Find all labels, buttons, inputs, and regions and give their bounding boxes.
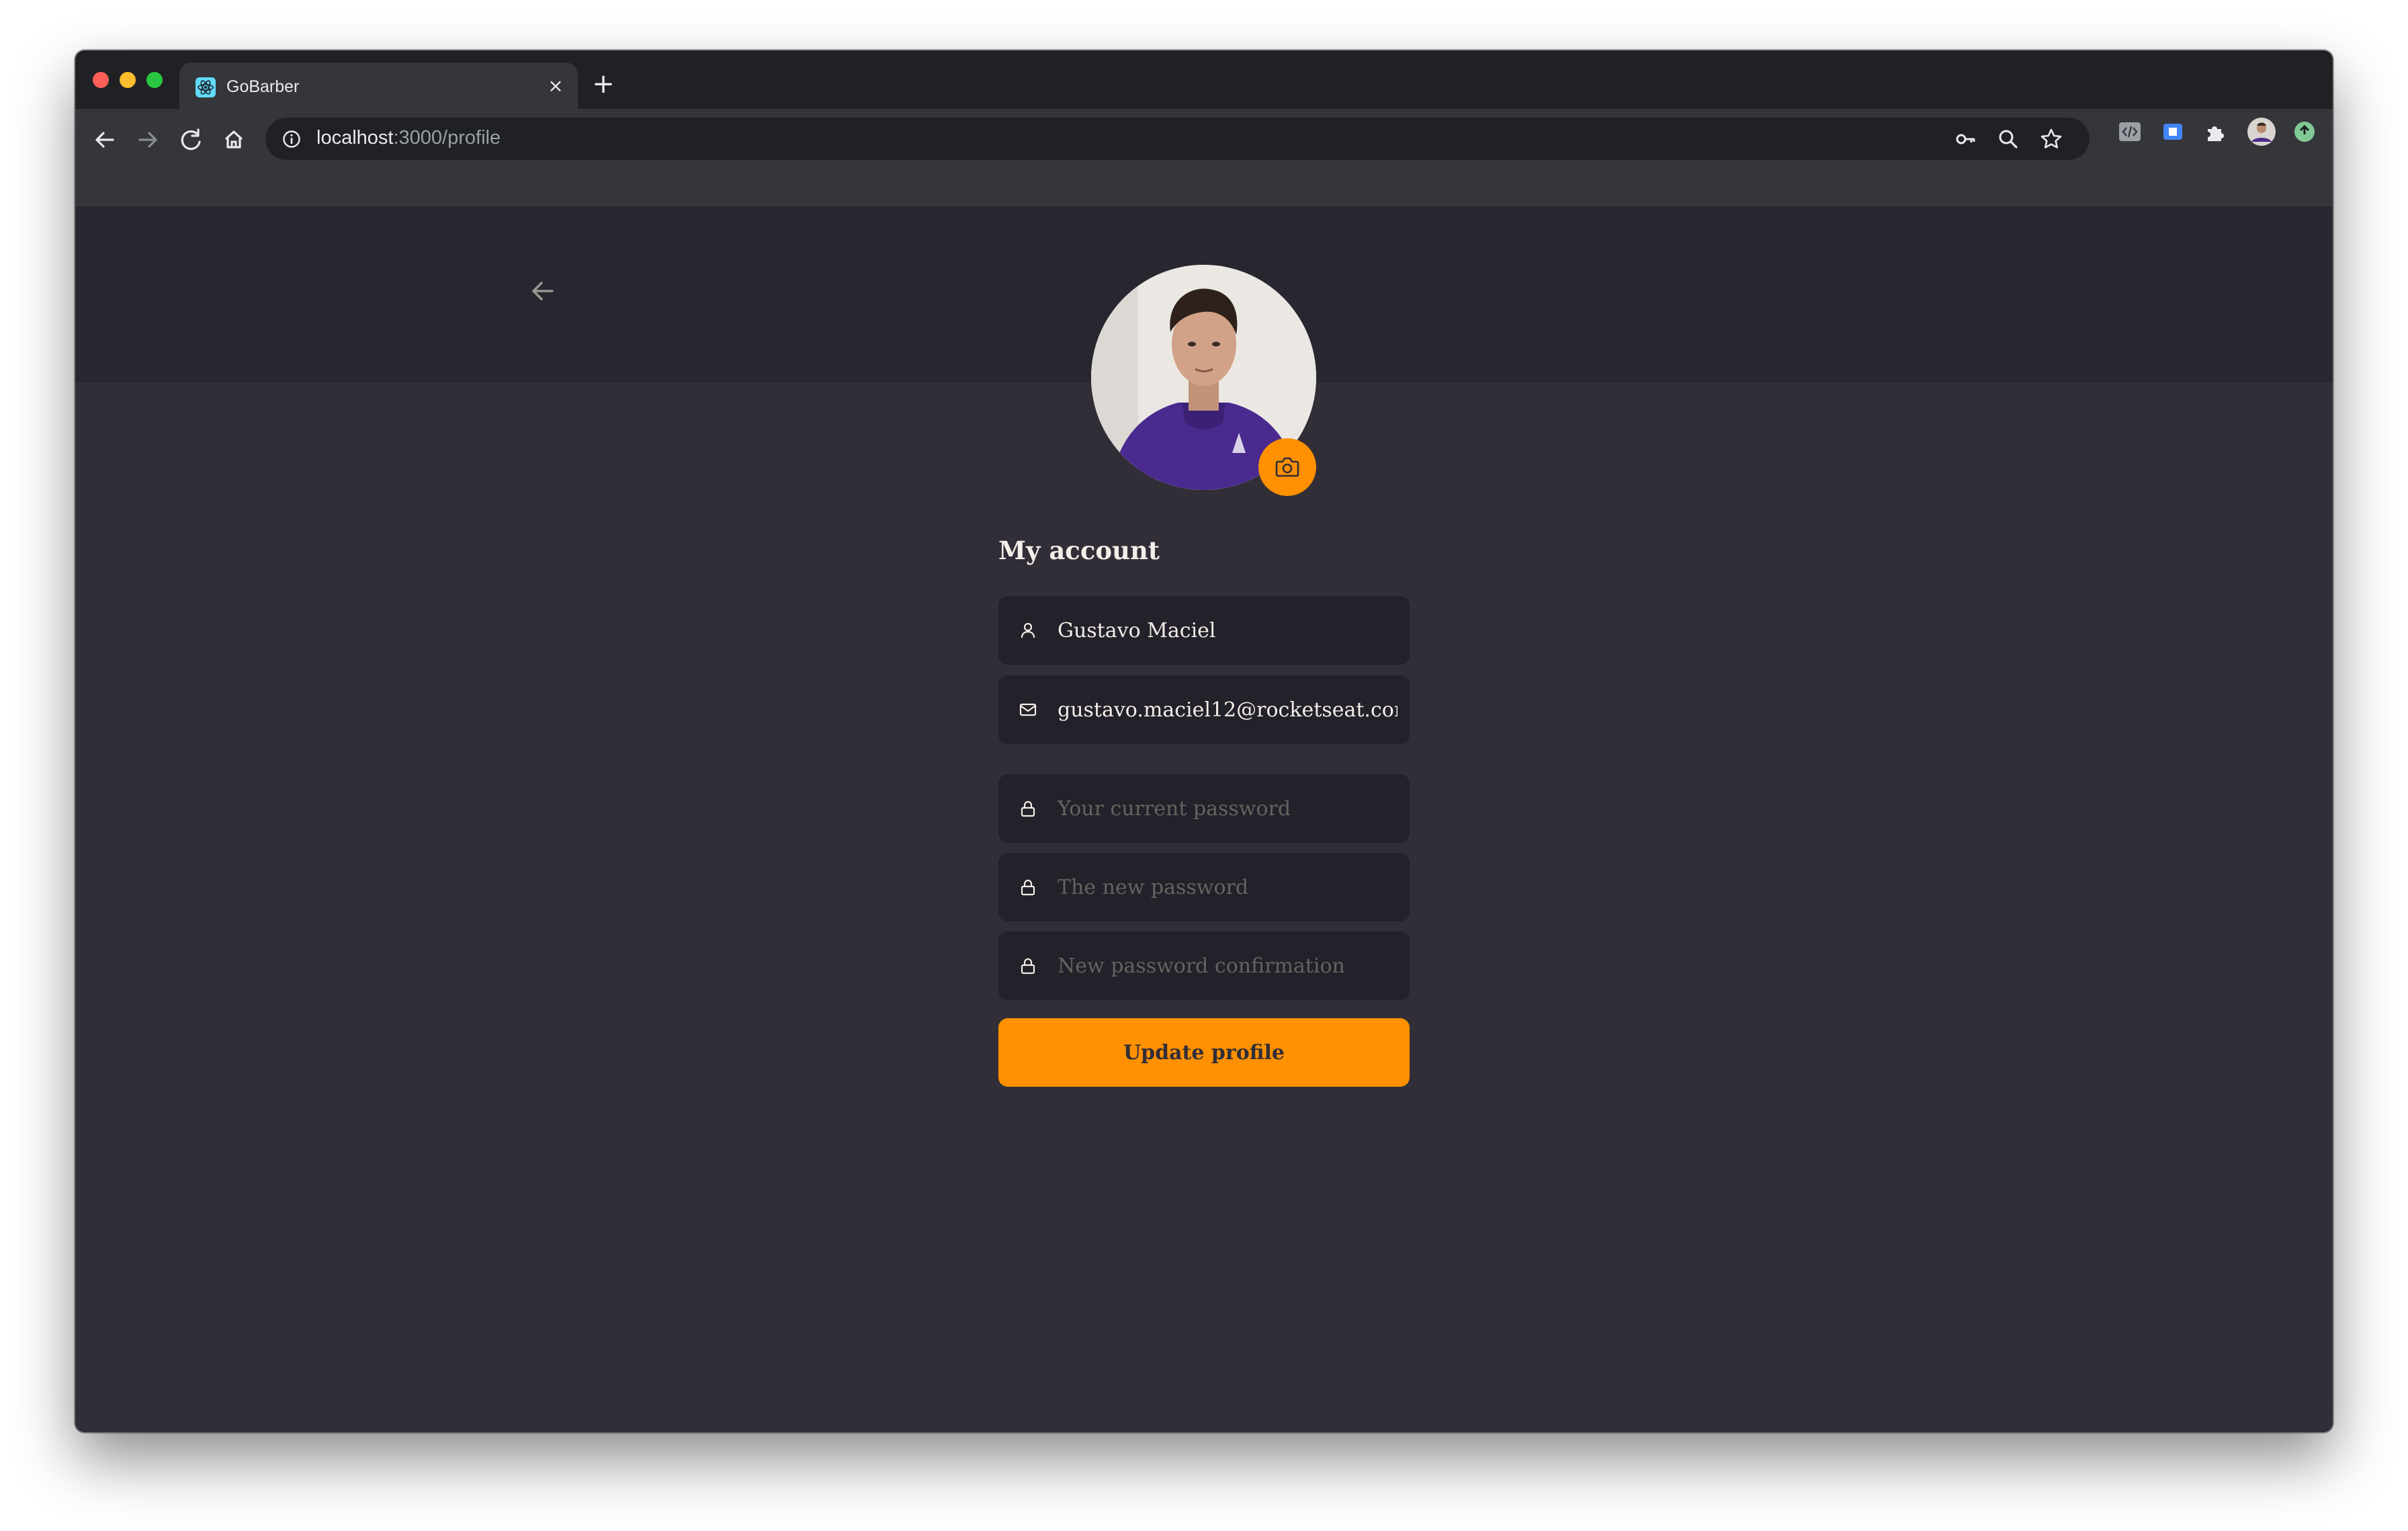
browser-toolbar: localhost:3000/profile (75, 109, 2333, 206)
confirm-password-input[interactable] (1058, 932, 1398, 1000)
key-icon[interactable] (1953, 126, 1979, 152)
back-icon[interactable] (89, 124, 121, 156)
lock-icon (1021, 800, 1035, 817)
window-maximize-button[interactable] (146, 72, 163, 88)
update-status-icon[interactable] (2292, 120, 2317, 144)
new-tab-button[interactable]: + (590, 71, 617, 97)
extension-blue-icon[interactable] (2161, 120, 2185, 144)
change-avatar-button[interactable] (1258, 438, 1316, 496)
browser-tab[interactable]: GoBarber × (179, 63, 578, 109)
confirm-password-field[interactable] (998, 932, 1410, 1000)
email-field[interactable] (998, 675, 1410, 744)
browser-window: GoBarber × + localhost:3000/profile My a… (75, 50, 2333, 1432)
profile-page: My account Gustavo Maciel gustavo.maciel… (75, 206, 2333, 1432)
update-profile-button[interactable]: Update profile (998, 1018, 1410, 1087)
window-close-button[interactable] (93, 72, 109, 88)
old-password-input[interactable] (1058, 774, 1398, 843)
old-password-field[interactable] (998, 774, 1410, 843)
tab-close-icon[interactable]: × (544, 75, 567, 97)
tab-strip: GoBarber × + (75, 50, 2333, 109)
name-field[interactable] (998, 596, 1410, 665)
address-bar[interactable]: localhost:3000/profile (265, 118, 2090, 160)
profile-avatar-icon[interactable] (2247, 117, 2276, 147)
zoom-icon[interactable] (1995, 126, 2021, 152)
email-input[interactable] (1058, 675, 1398, 744)
forward-icon[interactable] (132, 124, 164, 156)
lock-icon (1021, 958, 1035, 975)
react-favicon-icon (196, 77, 216, 97)
arrow-left-icon[interactable] (525, 274, 560, 308)
devtools-extension-icon[interactable] (2118, 120, 2142, 144)
url-text: localhost:3000/profile (316, 127, 501, 149)
bookmark-star-icon[interactable] (2038, 126, 2064, 152)
lock-icon (1021, 879, 1035, 896)
window-minimize-button[interactable] (120, 72, 136, 88)
reload-icon[interactable] (175, 124, 207, 156)
home-icon[interactable] (218, 124, 250, 156)
new-password-field[interactable] (998, 853, 1410, 921)
tab-title: GoBarber (226, 77, 300, 96)
user-icon (1021, 622, 1035, 638)
new-password-input[interactable] (1058, 853, 1398, 921)
extensions-puzzle-icon[interactable] (2204, 120, 2228, 144)
camera-icon (1275, 457, 1299, 477)
page-title: My account (998, 536, 1160, 565)
name-input[interactable] (1058, 596, 1398, 665)
site-info-icon[interactable] (282, 129, 302, 149)
mail-icon (1019, 703, 1037, 716)
